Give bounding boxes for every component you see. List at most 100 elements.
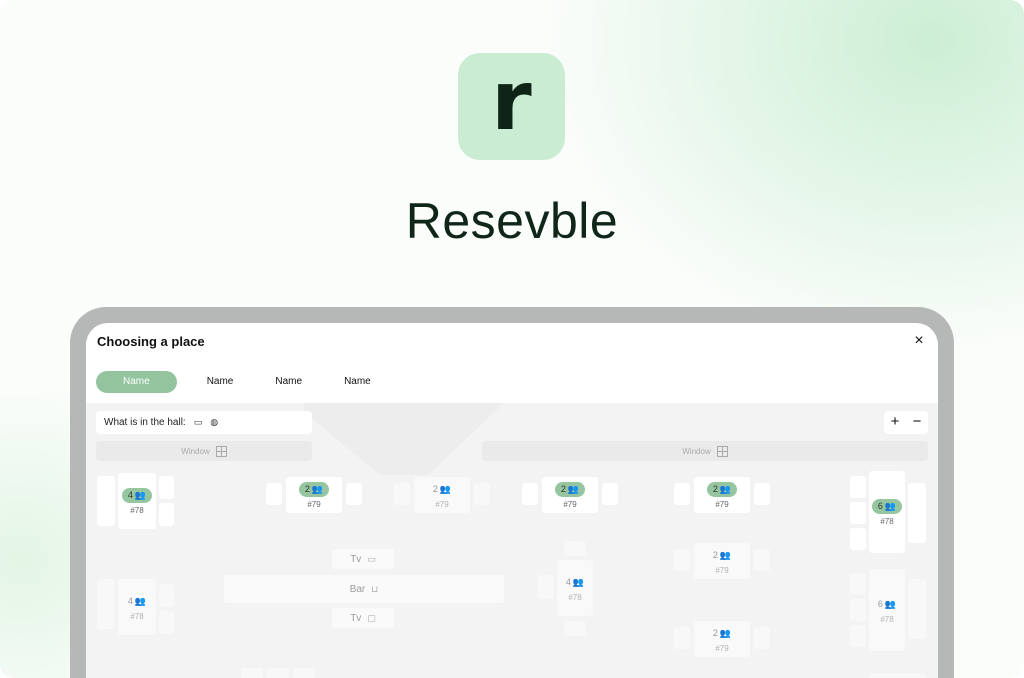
chair bbox=[754, 627, 770, 649]
chair bbox=[522, 483, 538, 505]
table-79-f: 2 👥 #79 bbox=[694, 621, 750, 657]
glass-icon: ⊔ bbox=[371, 583, 379, 594]
chair bbox=[908, 483, 926, 543]
tab-bar: Name Name Name Name bbox=[96, 371, 398, 393]
people-icon: 👥 bbox=[719, 549, 732, 560]
table-number: #78 bbox=[568, 592, 582, 602]
globe-icon: ◍ bbox=[210, 417, 219, 427]
zoom-controls: + − bbox=[884, 411, 928, 434]
hall-info-label: What is in the hall: bbox=[104, 417, 186, 428]
table-number: #79 bbox=[715, 643, 729, 653]
table-79-c[interactable]: 2 👥 #79 bbox=[542, 477, 598, 513]
table-number: #79 bbox=[715, 499, 729, 509]
window-left: Window bbox=[96, 441, 312, 461]
people-icon: 👥 bbox=[311, 483, 324, 494]
chair bbox=[754, 549, 770, 571]
seat-count: 6 👥 bbox=[877, 598, 897, 610]
zoom-in-button[interactable]: + bbox=[884, 411, 906, 434]
table-78-b[interactable]: 6 👥 #78 bbox=[869, 471, 905, 553]
chair bbox=[394, 483, 410, 505]
tab-name-1[interactable]: Name bbox=[96, 371, 177, 393]
seat-count: 4 👥 bbox=[127, 595, 147, 607]
chair bbox=[850, 502, 866, 524]
seat-count: 2 👥 bbox=[712, 627, 732, 639]
chair bbox=[674, 483, 690, 505]
chair bbox=[869, 673, 925, 678]
people-icon: 👥 bbox=[134, 489, 147, 500]
window-right: Window bbox=[482, 441, 928, 461]
zone-tv-top: Tv ▭ bbox=[332, 549, 394, 569]
seat-count: 2 👥 bbox=[712, 549, 732, 561]
table-number: #78 bbox=[130, 505, 144, 515]
table-number: #78 bbox=[130, 611, 144, 621]
people-icon: 👥 bbox=[884, 598, 897, 609]
app-logo: r bbox=[458, 53, 565, 160]
chair bbox=[159, 611, 174, 634]
chair bbox=[241, 668, 263, 678]
chair bbox=[346, 483, 362, 505]
modal: Choosing a place × Name Name Name Name W… bbox=[86, 323, 938, 678]
seat-count: 4 👥 bbox=[565, 576, 585, 588]
seat-count: 2 👥 bbox=[298, 481, 330, 497]
corridor bbox=[304, 403, 504, 475]
window-label: Window bbox=[181, 446, 210, 456]
table-number: #79 bbox=[715, 565, 729, 575]
tab-name-3[interactable]: Name bbox=[260, 371, 329, 393]
table-78-c: 4 👥 #78 bbox=[557, 560, 593, 616]
table-79-b: 2 👥 #79 bbox=[414, 477, 470, 513]
table-78-a[interactable]: 4 👥 #78 bbox=[118, 473, 156, 529]
zone-tv-bottom: Tv ▢ bbox=[332, 608, 394, 628]
people-icon: 👥 bbox=[567, 483, 580, 494]
table-number: #79 bbox=[563, 499, 577, 509]
table-78-d: 4 👥 #78 bbox=[118, 579, 156, 635]
seat-count: 2 👥 bbox=[706, 481, 738, 497]
chair bbox=[850, 599, 866, 621]
close-icon[interactable]: × bbox=[910, 332, 928, 350]
people-icon: 👥 bbox=[884, 500, 897, 511]
chair bbox=[850, 573, 866, 595]
brand-name: Resevble bbox=[405, 193, 619, 249]
table-number: #79 bbox=[435, 499, 449, 509]
seat-count: 2 👥 bbox=[554, 481, 586, 497]
chair bbox=[97, 579, 115, 629]
seat-count: 4 👥 bbox=[121, 487, 153, 503]
chair bbox=[850, 528, 866, 550]
table-79-a[interactable]: 2 👥 #79 bbox=[286, 477, 342, 513]
window-label: Window bbox=[682, 446, 711, 456]
chair bbox=[564, 541, 586, 556]
people-icon: 👥 bbox=[439, 483, 452, 494]
table-78-e: 6 👥 #78 bbox=[869, 569, 905, 651]
chair bbox=[908, 579, 926, 639]
window-icon bbox=[215, 445, 227, 457]
chair bbox=[293, 668, 315, 678]
chair bbox=[602, 483, 618, 505]
table-79-d[interactable]: 2 👥 #79 bbox=[694, 477, 750, 513]
seat-count: 2 👥 bbox=[432, 483, 452, 495]
chair bbox=[564, 621, 586, 636]
chair bbox=[850, 625, 866, 647]
chat-icon: ▢ bbox=[367, 612, 376, 623]
people-icon: 👥 bbox=[572, 576, 585, 587]
logo-letter: r bbox=[491, 53, 532, 149]
zoom-out-button[interactable]: − bbox=[906, 411, 928, 434]
chair bbox=[538, 575, 554, 599]
chair bbox=[474, 483, 490, 505]
chair bbox=[159, 503, 174, 526]
modal-header: Choosing a place × Name Name Name Name bbox=[86, 323, 938, 403]
table-number: #78 bbox=[880, 516, 894, 526]
tab-name-4[interactable]: Name bbox=[329, 371, 398, 393]
table-number: #79 bbox=[307, 499, 321, 509]
table-79-e: 2 👥 #79 bbox=[694, 543, 750, 579]
tv-icon: ▭ bbox=[367, 553, 376, 564]
zone-bar: Bar ⊔ bbox=[224, 575, 504, 603]
sofa-icon: ▭ bbox=[193, 417, 203, 427]
table-number: #78 bbox=[880, 614, 894, 624]
chair bbox=[850, 476, 866, 498]
tab-name-2[interactable]: Name bbox=[177, 371, 261, 393]
people-icon: 👥 bbox=[719, 483, 732, 494]
people-icon: 👥 bbox=[134, 595, 147, 606]
hall-info: What is in the hall: ▭ ◍ bbox=[96, 411, 312, 434]
hall-map[interactable]: What is in the hall: ▭ ◍ + − Window Wind… bbox=[86, 403, 938, 678]
people-icon: 👥 bbox=[719, 627, 732, 638]
chair bbox=[674, 627, 690, 649]
